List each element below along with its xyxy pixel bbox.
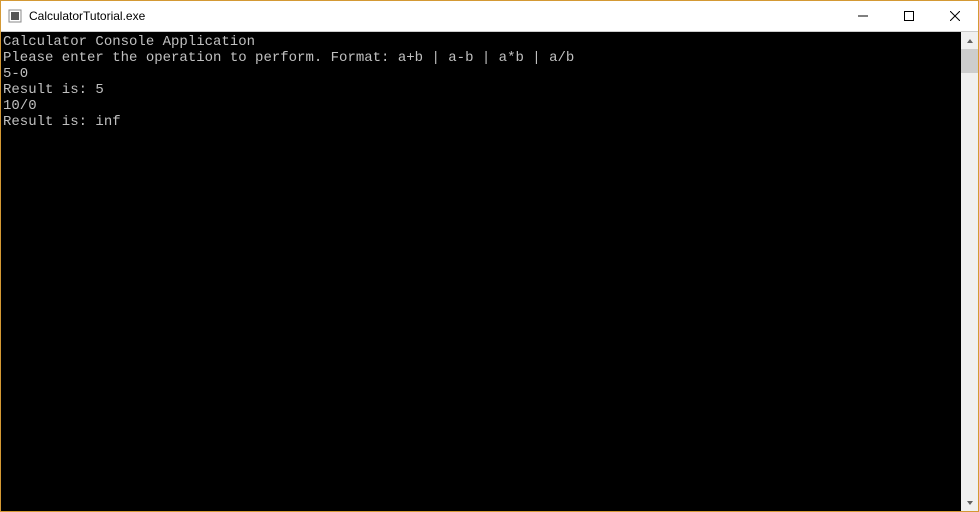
scrollbar-thumb[interactable] — [961, 49, 978, 73]
console-line: 5-0 — [3, 66, 959, 82]
close-button[interactable] — [932, 1, 978, 31]
app-icon — [7, 8, 23, 24]
titlebar[interactable]: CalculatorTutorial.exe — [1, 1, 978, 31]
console-output[interactable]: Calculator Console ApplicationPlease ent… — [1, 32, 961, 511]
scroll-up-button[interactable] — [961, 32, 978, 49]
console-line: Please enter the operation to perform. F… — [3, 50, 959, 66]
minimize-button[interactable] — [840, 1, 886, 31]
scroll-down-button[interactable] — [961, 494, 978, 511]
console-line: Result is: inf — [3, 114, 959, 130]
console-line: Result is: 5 — [3, 82, 959, 98]
console-area: Calculator Console ApplicationPlease ent… — [1, 31, 978, 511]
console-line: 10/0 — [3, 98, 959, 114]
scrollbar-track[interactable] — [961, 49, 978, 494]
vertical-scrollbar[interactable] — [961, 32, 978, 511]
console-line: Calculator Console Application — [3, 34, 959, 50]
maximize-button[interactable] — [886, 1, 932, 31]
window-controls — [840, 1, 978, 31]
app-window: CalculatorTutorial.exe Calculator Consol… — [0, 0, 979, 512]
window-title: CalculatorTutorial.exe — [29, 9, 840, 23]
